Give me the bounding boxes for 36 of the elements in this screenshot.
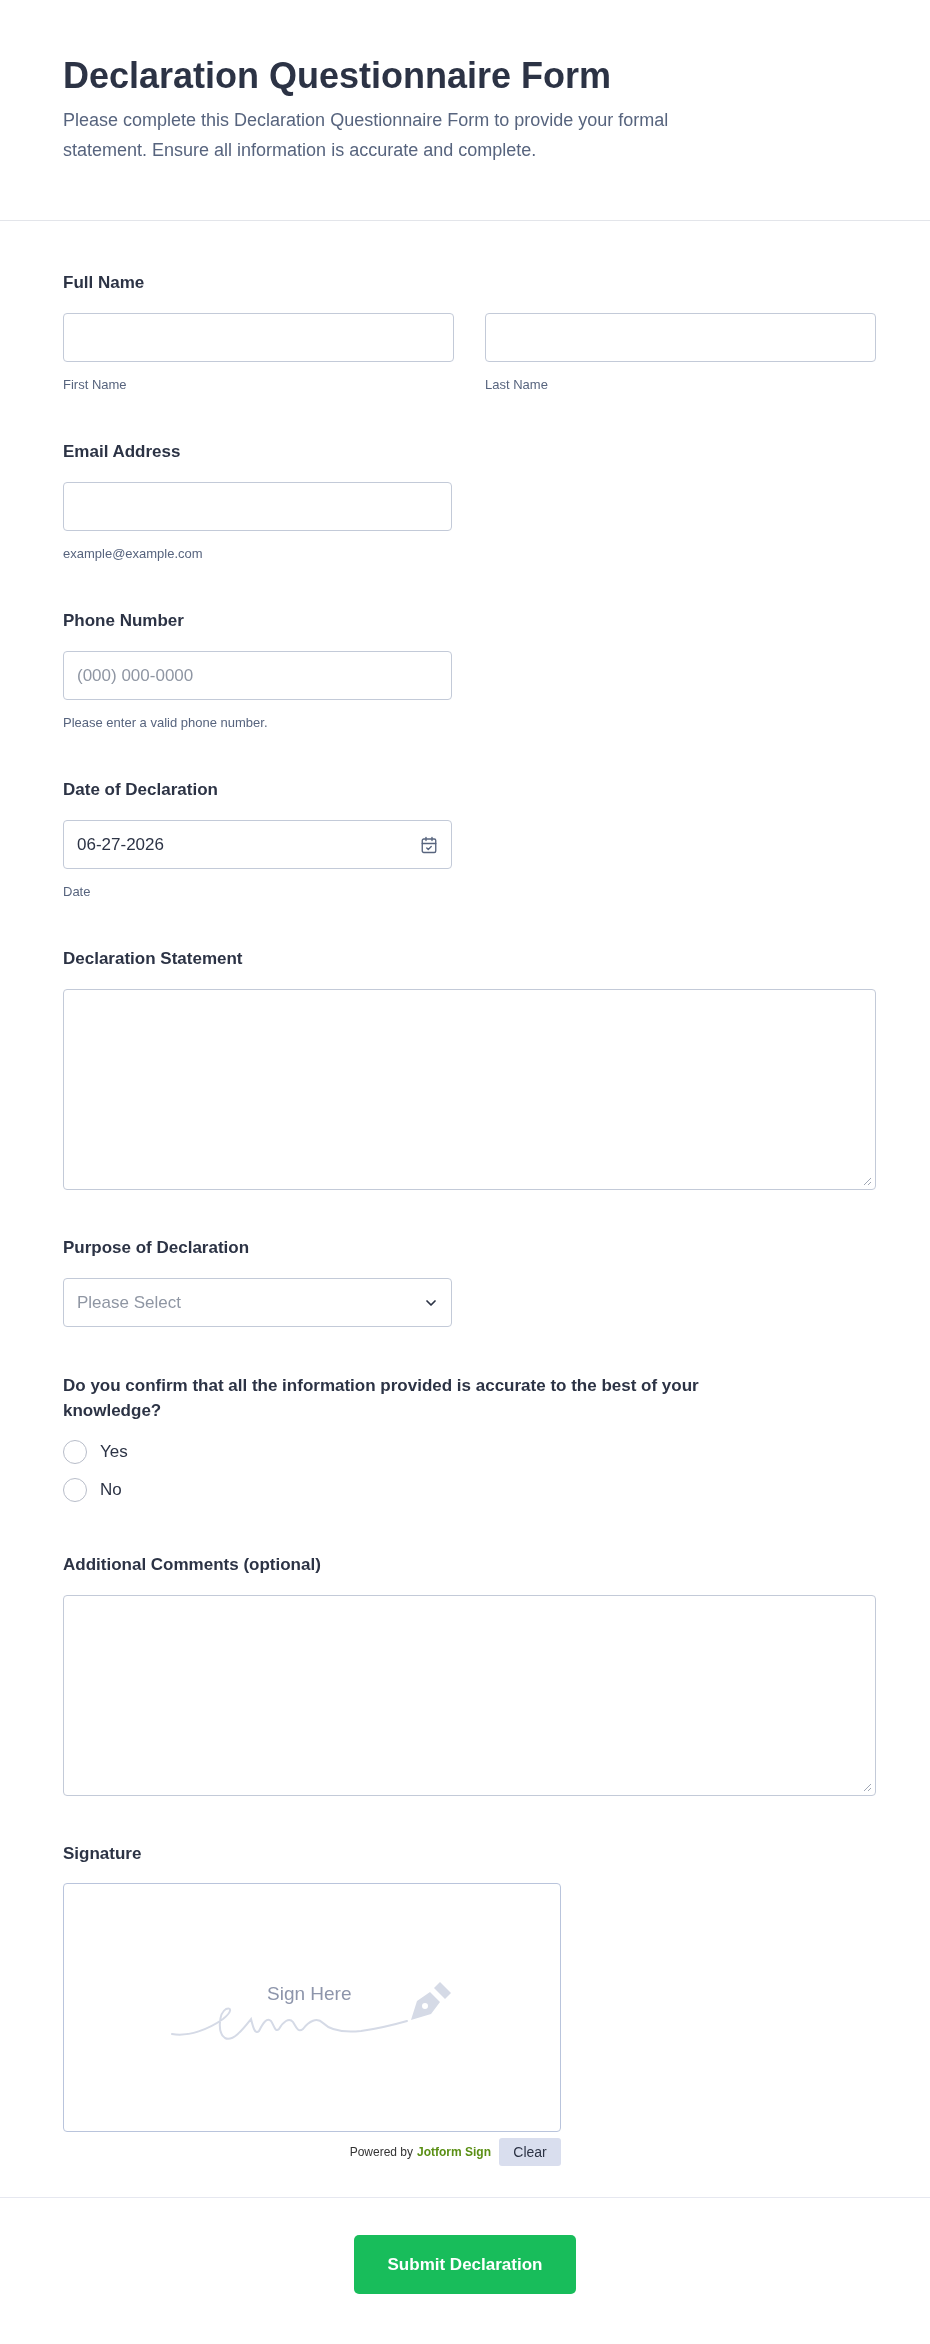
clear-button[interactable]: Clear [499, 2138, 561, 2166]
radio-button[interactable] [63, 1440, 87, 1464]
field-label: Date of Declaration [63, 779, 218, 801]
field-label: Purpose of Declaration [63, 1237, 250, 1259]
form-title: Declaration Questionnaire Form [63, 54, 612, 98]
radio-button[interactable] [63, 1478, 87, 1502]
question-label: Do you confirm that all the information provided is accurate to the best of your knowledge? [63, 1375, 700, 1422]
input-field[interactable]: (000) 000-0000 [63, 651, 452, 700]
field-label: Declaration Statement [63, 948, 243, 970]
resize-handle-icon[interactable] [863, 1783, 872, 1792]
textarea-field[interactable] [63, 989, 876, 1190]
radio-label[interactable]: Yes [100, 1440, 128, 1464]
signature-scribble-icon [171, 2005, 409, 2042]
field-hint: Please enter a valid phone number. [63, 714, 268, 732]
textarea-field[interactable] [63, 1595, 876, 1796]
input-field[interactable] [63, 313, 454, 362]
field-label: Email Address [63, 441, 181, 463]
input-field[interactable] [63, 482, 452, 531]
date-field[interactable]: 06-27-2026 [63, 820, 452, 869]
resize-handle-icon[interactable] [863, 1177, 872, 1186]
calendar-icon[interactable] [420, 835, 438, 854]
field-hint: example@example.com [63, 545, 203, 563]
input-field[interactable] [485, 313, 876, 362]
powered-by-text: Powered by [349, 2144, 413, 2160]
field-label: Phone Number [63, 610, 184, 632]
pen-nib-icon [409, 1982, 451, 2021]
sign-here-text: Sign Here [267, 1983, 352, 2005]
brand-link[interactable]: Jotform Sign [417, 2144, 491, 2160]
field-label: Signature [63, 1843, 142, 1865]
field-hint: Last Name [485, 376, 548, 394]
field-hint: First Name [63, 376, 127, 394]
field-label: Additional Comments (optional) [63, 1554, 321, 1576]
form-description: Please complete this Declaration Questionnaire Form to provide your formal statement. Ensure all information is accurate and complete. [63, 109, 670, 162]
field-hint: Date [63, 883, 91, 901]
radio-label[interactable]: No [100, 1478, 122, 1502]
field-label: Full Name [63, 272, 145, 294]
